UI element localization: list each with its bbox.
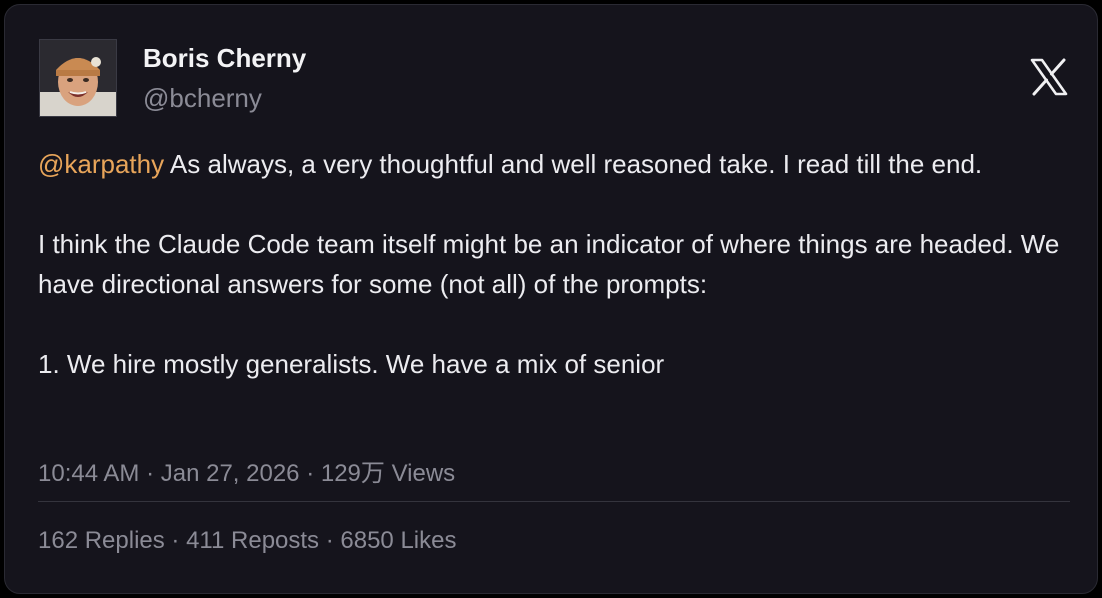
tweet-paragraph-3: 1. We hire mostly generalists. We have a… [38,349,665,379]
stats-separator: · [164,527,187,554]
tweet-meta: 10:44 AM · Jan 27, 2026 · 129万 Views [38,453,455,488]
tweet-date[interactable]: Jan 27, 2026 [161,460,300,487]
tweet-text: @karpathy As always, a very thoughtful a… [38,144,1078,384]
stats-separator: · [319,527,341,554]
mention-link[interactable]: @karpathy [38,149,164,179]
author-name[interactable]: Boris Cherny [143,43,306,74]
tweet-card: Boris Cherny @bcherny @karpathy As alway… [4,4,1098,594]
x-logo-icon[interactable] [1029,57,1069,97]
author-handle[interactable]: @bcherny [143,83,262,114]
tweet-views: 129万 Views [320,460,456,487]
likes-count[interactable]: 6850 Likes [340,527,456,554]
engagement-stats: 162 Replies · 411 Reposts · 6850 Likes [38,527,456,555]
reposts-count[interactable]: 411 Reposts [186,527,319,554]
tweet-time[interactable]: 10:44 AM [38,460,139,487]
avatar[interactable] [39,39,117,117]
tweet-line-text: As always, a very thoughtful and well re… [164,149,983,179]
avatar-photo-icon [40,40,116,116]
meta-separator: · [139,460,161,487]
tweet-paragraph-1: @karpathy As always, a very thoughtful a… [38,144,1078,184]
divider [38,501,1070,502]
tweet-paragraph-2: I think the Claude Code team itself migh… [38,229,1060,299]
replies-count[interactable]: 162 Replies [38,527,165,554]
meta-separator: · [299,460,321,487]
